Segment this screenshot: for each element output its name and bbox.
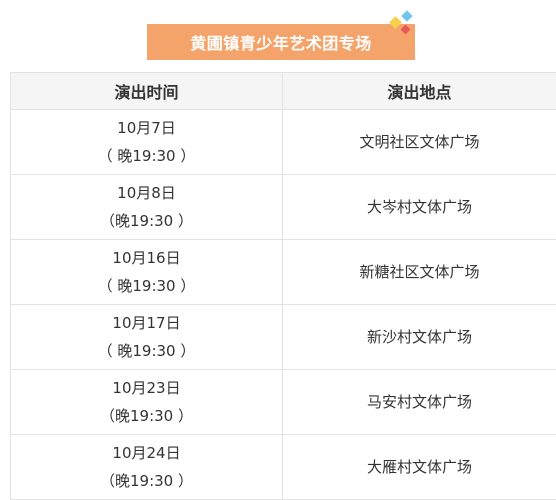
time-cell: 10月16日 （ 晚19:30 ） <box>11 240 283 305</box>
place-cell: 大雁村文体广场 <box>283 435 556 500</box>
time-cell: 10月17日 （ 晚19:30 ） <box>11 305 283 370</box>
date-text: 10月16日 <box>11 244 282 272</box>
place-cell: 新沙村文体广场 <box>283 305 556 370</box>
title-banner: 黄圃镇青少年艺术团专场 <box>147 24 415 60</box>
table-row: 10月8日 （晚19:30 ） 大岑村文体广场 <box>11 175 556 240</box>
table-row: 10月16日 （ 晚19:30 ） 新糖社区文体广场 <box>11 240 556 305</box>
schedule-table: 演出时间 演出地点 10月7日 （ 晚19:30 ） 文明社区文体广场 10月8… <box>10 72 556 500</box>
time-cell: 10月24日 （晚19:30 ） <box>11 435 283 500</box>
table-header-row: 演出时间 演出地点 <box>11 73 556 110</box>
date-text: 10月7日 <box>11 114 282 142</box>
time-cell: 10月7日 （ 晚19:30 ） <box>11 110 283 175</box>
time-text: （ 晚19:30 ） <box>11 142 282 170</box>
time-text: （ 晚19:30 ） <box>11 337 282 365</box>
table-row: 10月23日 （晚19:30 ） 马安村文体广场 <box>11 370 556 435</box>
table-row: 10月24日 （晚19:30 ） 大雁村文体广场 <box>11 435 556 500</box>
time-text: （晚19:30 ） <box>11 402 282 430</box>
title-section: 黄圃镇青少年艺术团专场 <box>0 0 556 66</box>
time-text: （ 晚19:30 ） <box>11 272 282 300</box>
date-text: 10月24日 <box>11 439 282 467</box>
place-cell: 新糖社区文体广场 <box>283 240 556 305</box>
decorative-diamond-icon <box>401 10 412 21</box>
table-row: 10月17日 （ 晚19:30 ） 新沙村文体广场 <box>11 305 556 370</box>
table-row: 10月7日 （ 晚19:30 ） 文明社区文体广场 <box>11 110 556 175</box>
time-text: （晚19:30 ） <box>11 467 282 495</box>
time-cell: 10月23日 （晚19:30 ） <box>11 370 283 435</box>
date-text: 10月17日 <box>11 309 282 337</box>
header-time: 演出时间 <box>11 73 283 110</box>
place-cell: 文明社区文体广场 <box>283 110 556 175</box>
page-title: 黄圃镇青少年艺术团专场 <box>190 30 372 54</box>
place-cell: 大岑村文体广场 <box>283 175 556 240</box>
date-text: 10月8日 <box>11 179 282 207</box>
time-cell: 10月8日 （晚19:30 ） <box>11 175 283 240</box>
header-place: 演出地点 <box>283 73 556 110</box>
time-text: （晚19:30 ） <box>11 207 282 235</box>
date-text: 10月23日 <box>11 374 282 402</box>
place-cell: 马安村文体广场 <box>283 370 556 435</box>
